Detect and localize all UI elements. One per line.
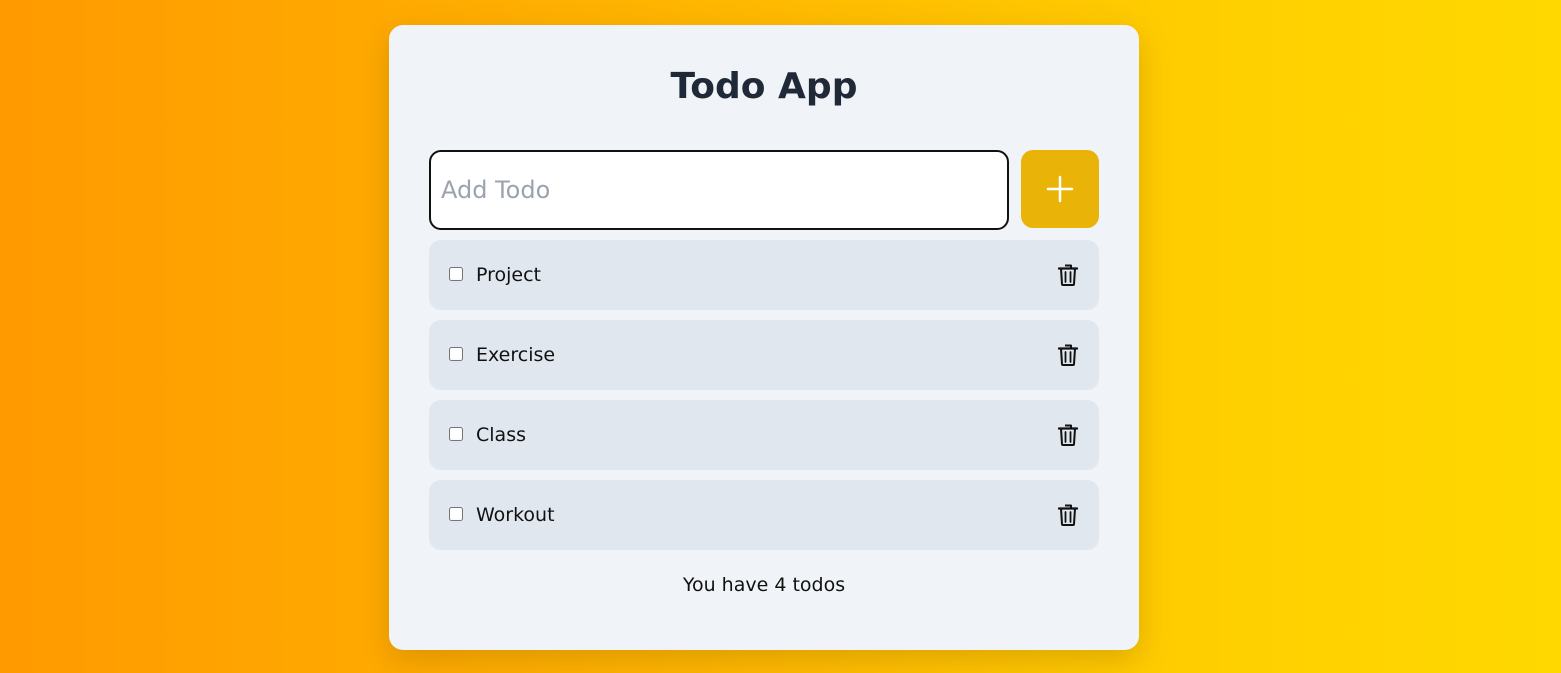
add-todo-input[interactable] bbox=[429, 150, 1009, 230]
delete-todo-button[interactable] bbox=[1055, 502, 1081, 528]
todo-item: Project bbox=[429, 240, 1099, 310]
todo-label: Class bbox=[476, 424, 526, 446]
trash-icon bbox=[1058, 264, 1078, 286]
todo-label: Project bbox=[476, 264, 542, 286]
todo-checkbox[interactable] bbox=[449, 507, 463, 521]
add-todo-button[interactable] bbox=[1021, 150, 1099, 228]
todo-label: Workout bbox=[476, 504, 555, 526]
todo-count: You have 4 todos bbox=[682, 574, 846, 596]
delete-todo-button[interactable] bbox=[1055, 422, 1081, 448]
trash-icon bbox=[1058, 504, 1078, 526]
plus-icon bbox=[1046, 175, 1074, 203]
delete-todo-button[interactable] bbox=[1055, 342, 1081, 368]
todo-checkbox[interactable] bbox=[449, 427, 463, 441]
add-todo-form bbox=[429, 150, 1099, 230]
todo-checkbox[interactable] bbox=[449, 267, 463, 281]
todo-list: Project Exercise Class Workout bbox=[429, 240, 1099, 560]
todo-checkbox[interactable] bbox=[449, 347, 463, 361]
trash-icon bbox=[1058, 424, 1078, 446]
todo-card: Todo App Project bbox=[389, 25, 1139, 650]
todo-item: Class bbox=[429, 400, 1099, 470]
delete-todo-button[interactable] bbox=[1055, 262, 1081, 288]
todo-label: Exercise bbox=[476, 344, 556, 366]
todo-item: Exercise bbox=[429, 320, 1099, 390]
page-title: Todo App bbox=[670, 66, 858, 107]
trash-icon bbox=[1058, 344, 1078, 366]
todo-item: Workout bbox=[429, 480, 1099, 550]
